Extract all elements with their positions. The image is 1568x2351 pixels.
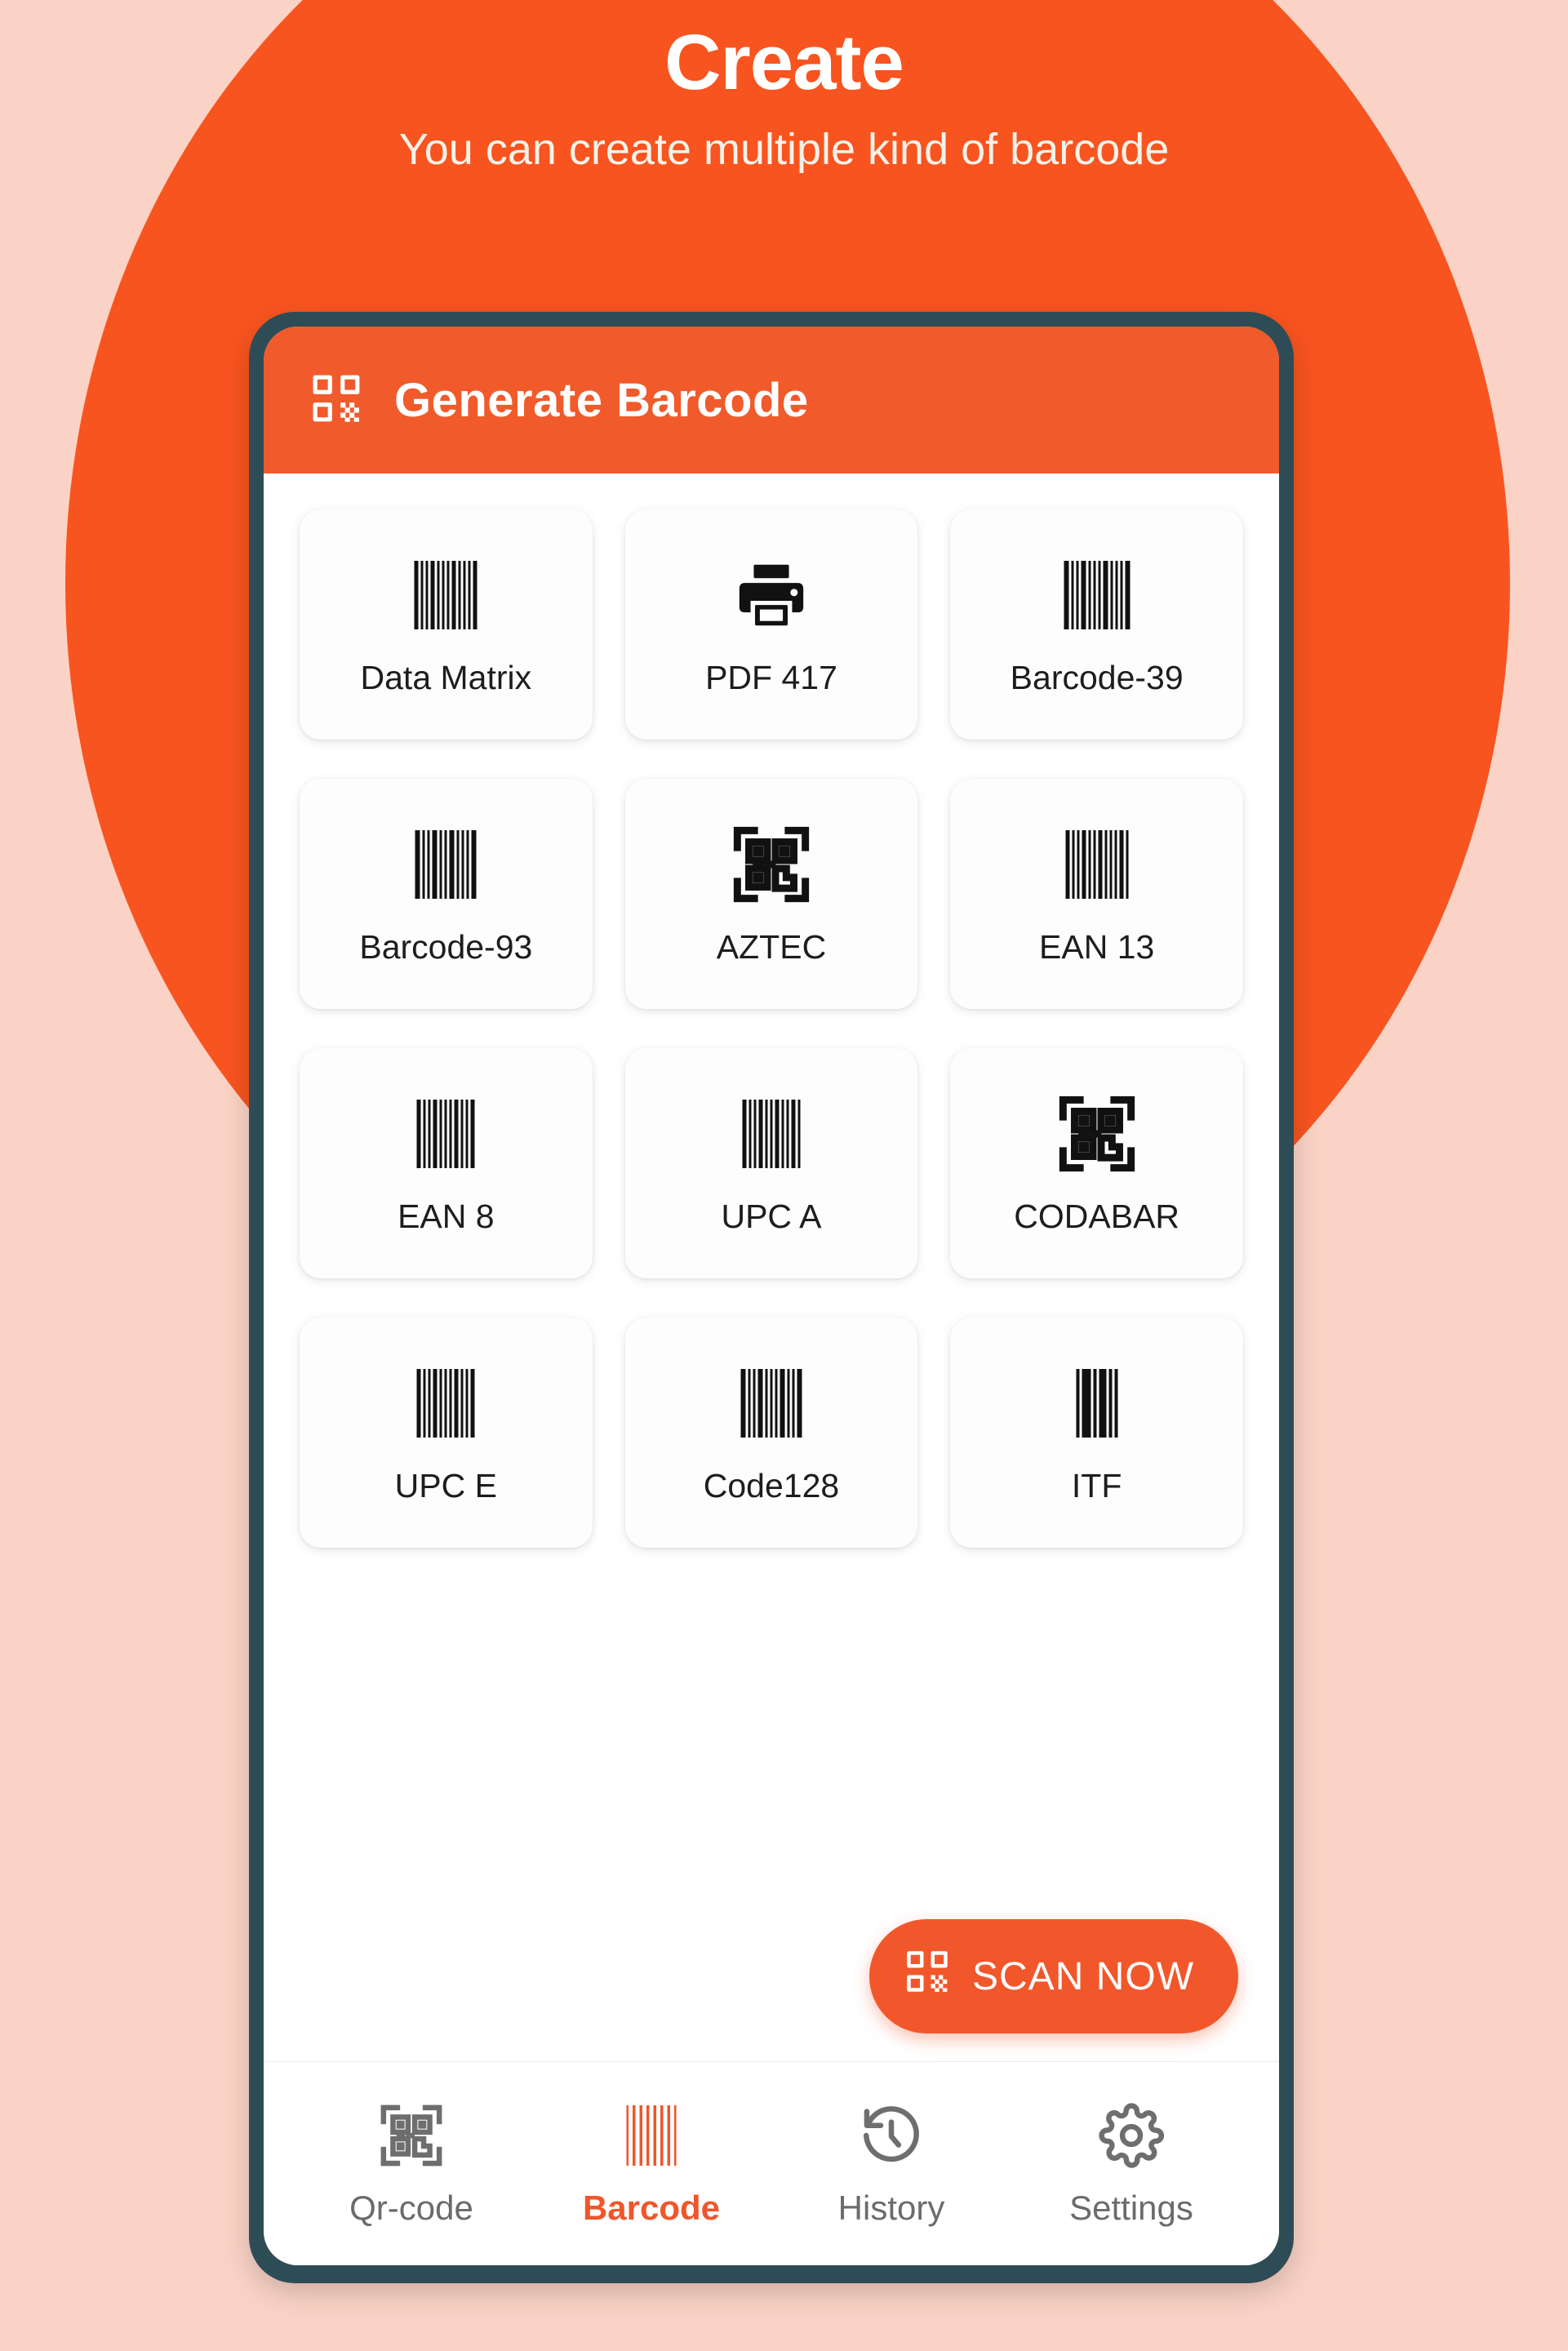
bottom-navigation: Qr-code Barcode History Settings xyxy=(264,2061,1279,2265)
app-bar: Generate Barcode xyxy=(264,327,1279,473)
barcode-type-card[interactable]: Code128 xyxy=(624,1318,918,1548)
barcode-type-label: Barcode-39 xyxy=(1010,658,1184,696)
promo-screenshot: Create You can create multiple kind of b… xyxy=(0,0,1568,2351)
barcode-type-card[interactable]: UPC E xyxy=(300,1318,593,1548)
barcode-lines-icon xyxy=(1055,553,1139,638)
app-bar-title: Generate Barcode xyxy=(394,373,809,427)
barcode-lines-icon xyxy=(404,553,487,638)
clock-back-icon xyxy=(858,2100,925,2171)
printer-icon xyxy=(733,553,810,638)
barcode-type-label: EAN 8 xyxy=(398,1197,495,1235)
promo-subtitle: You can create multiple kind of barcode xyxy=(398,125,1170,175)
barcode-lines-icon xyxy=(730,1361,813,1446)
barcode-type-label: ITF xyxy=(1071,1466,1122,1504)
barcode-type-card[interactable]: CODABAR xyxy=(950,1048,1243,1278)
nav-item-history[interactable]: History xyxy=(771,2100,1011,2228)
barcode-lines-icon xyxy=(1055,822,1139,907)
nav-item-label: History xyxy=(837,2188,945,2227)
nav-item-barcode[interactable]: Barcode xyxy=(531,2100,771,2228)
barcode-type-card[interactable]: Barcode-93 xyxy=(300,779,593,1009)
barcode-icon xyxy=(624,2100,678,2171)
scan-now-label: SCAN NOW xyxy=(972,1954,1194,1998)
barcode-type-label: UPC E xyxy=(394,1466,497,1504)
phone-frame: Generate Barcode Data Matrix PDF 417 Barc… xyxy=(249,312,1294,2283)
scan-now-button[interactable]: SCAN NOW xyxy=(869,1919,1238,2033)
barcode-type-grid: Data Matrix PDF 417 Barcode-39 Barcode-93 … xyxy=(300,509,1243,1548)
gear-icon xyxy=(1098,2100,1165,2171)
barcode-type-label: Code128 xyxy=(703,1466,840,1504)
nav-item-label: Settings xyxy=(1069,2188,1193,2227)
barcode-type-label: PDF 417 xyxy=(705,658,837,696)
qr-code-icon xyxy=(311,373,362,428)
nav-item-label: Barcode xyxy=(582,2188,721,2227)
nav-item-settings[interactable]: Settings xyxy=(1011,2100,1251,2228)
promo-title: Create xyxy=(664,19,904,106)
barcode-type-label: EAN 13 xyxy=(1039,927,1155,966)
qr-scan-icon xyxy=(1056,1091,1138,1176)
barcode-type-label: CODABAR xyxy=(1014,1197,1180,1235)
barcode-type-label: UPC A xyxy=(721,1197,822,1235)
qr-scan-icon xyxy=(731,822,812,907)
barcode-type-card[interactable]: PDF 417 xyxy=(624,509,918,740)
barcode-type-card[interactable]: ITF xyxy=(950,1318,1243,1548)
barcode-type-card[interactable]: Data Matrix xyxy=(300,509,593,740)
barcode-lines-icon xyxy=(730,1091,813,1176)
barcode-lines-icon xyxy=(404,1091,487,1176)
barcode-type-card[interactable]: EAN 8 xyxy=(300,1048,593,1278)
barcode-type-grid-container: Data Matrix PDF 417 Barcode-39 Barcode-93 … xyxy=(264,473,1279,2061)
qr-code-icon xyxy=(905,1949,949,2003)
promo-header: Create You can create multiple kind of b… xyxy=(0,18,1568,175)
barcode-lines-icon xyxy=(404,1361,487,1446)
barcode-wide-lines-icon xyxy=(1055,1361,1139,1446)
qr-scan-icon xyxy=(378,2100,445,2171)
barcode-type-label: AZTEC xyxy=(716,927,827,966)
nav-item-label: Qr-code xyxy=(349,2188,473,2227)
barcode-type-card[interactable]: UPC A xyxy=(624,1048,918,1278)
barcode-lines-icon xyxy=(404,822,487,907)
phone-screen: Generate Barcode Data Matrix PDF 417 Barc… xyxy=(264,327,1279,2265)
barcode-type-card[interactable]: Barcode-39 xyxy=(950,509,1243,740)
barcode-type-card[interactable]: EAN 13 xyxy=(950,779,1243,1009)
barcode-type-card[interactable]: AZTEC xyxy=(624,779,918,1009)
barcode-type-label: Data Matrix xyxy=(360,658,532,696)
scan-now-container: SCAN NOW xyxy=(869,1919,1238,2033)
barcode-type-label: Barcode-93 xyxy=(359,927,533,966)
nav-item-qr-code[interactable]: Qr-code xyxy=(291,2100,531,2228)
